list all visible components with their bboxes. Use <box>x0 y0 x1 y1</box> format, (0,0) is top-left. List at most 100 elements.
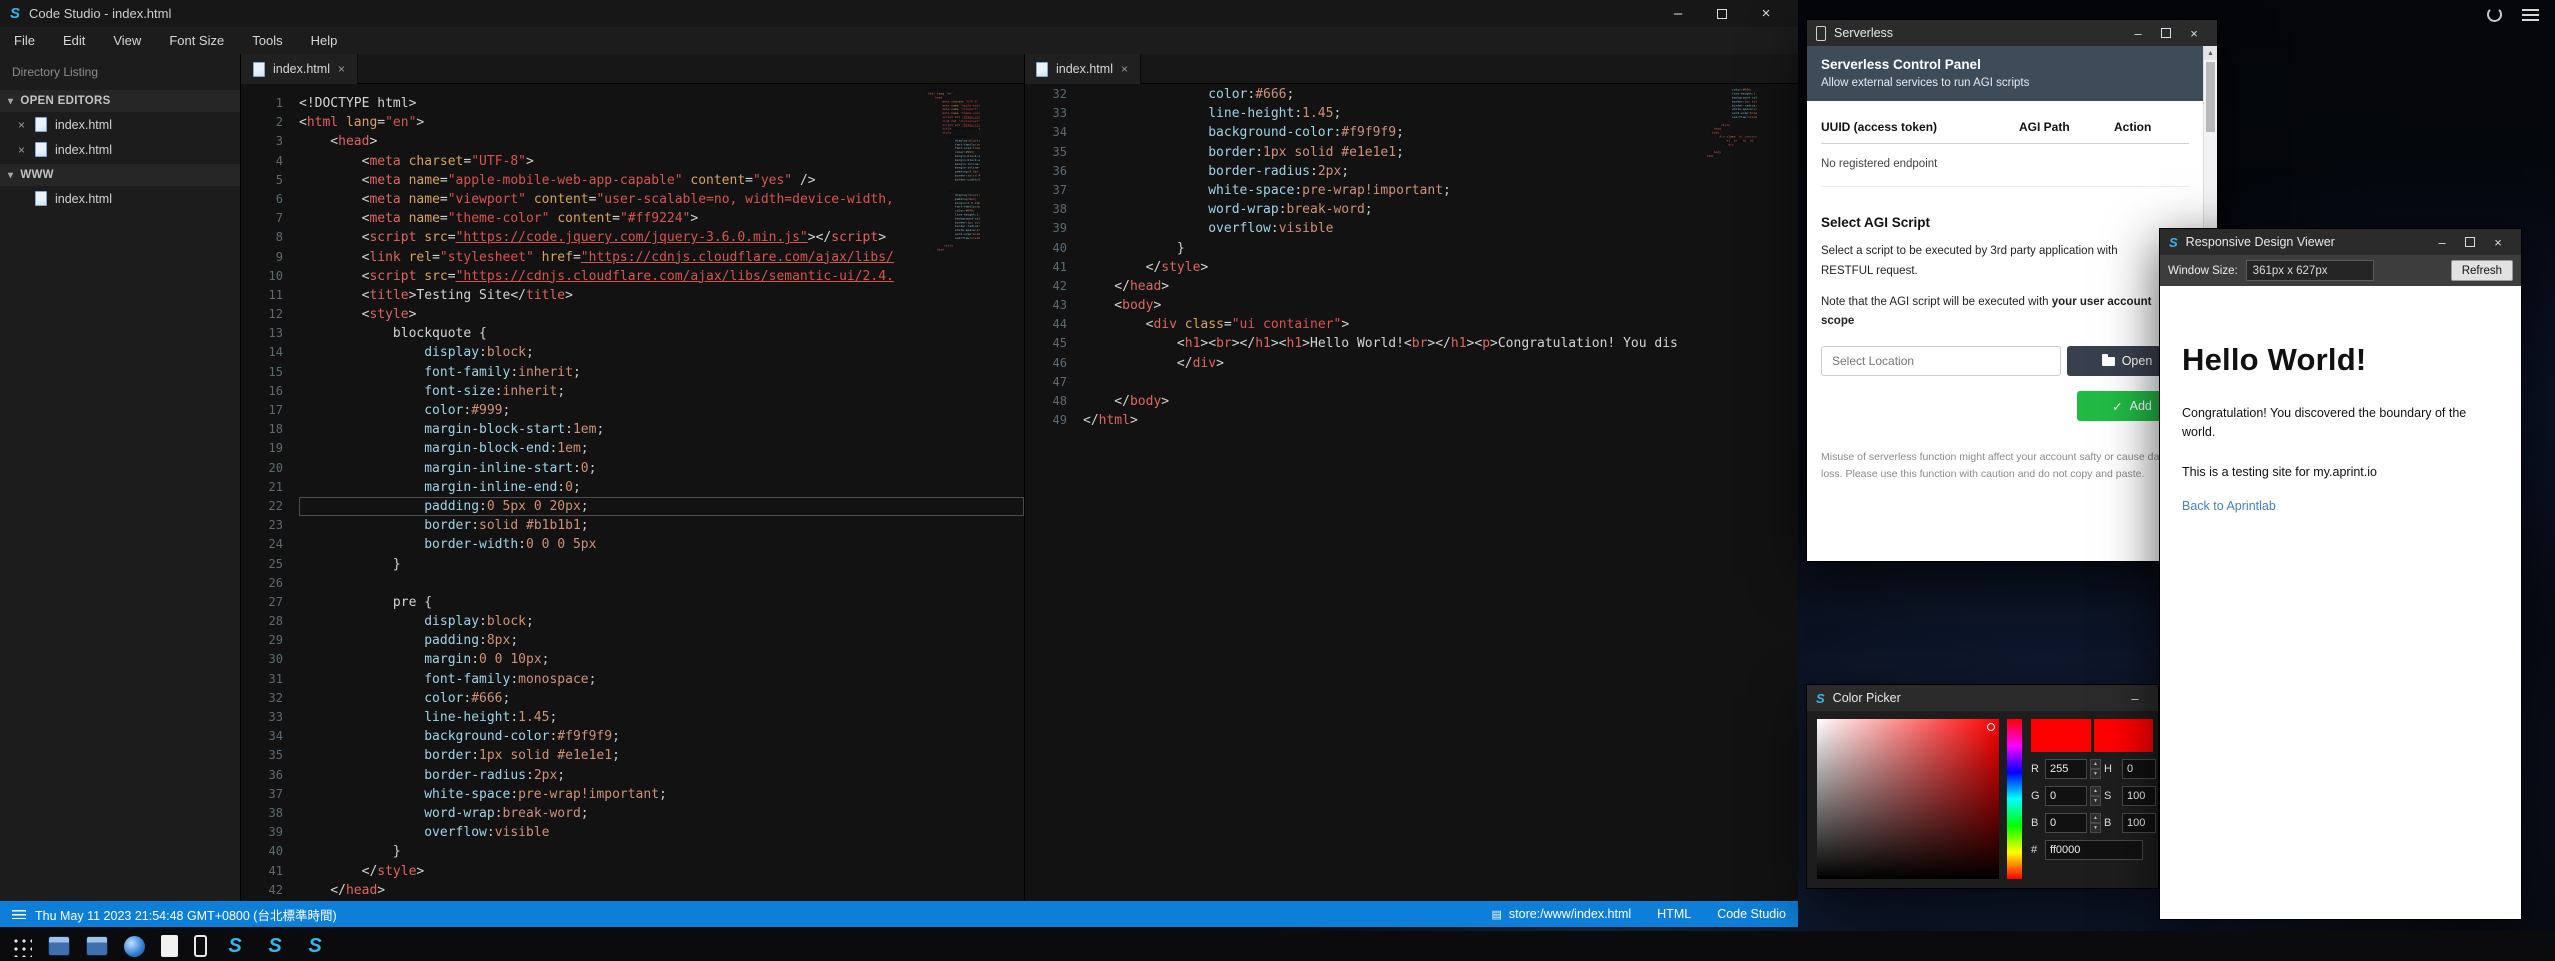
code-line[interactable]: 34 background-color:#f9f9f9; <box>1025 123 1798 142</box>
code-line[interactable]: 42 </head> <box>1025 277 1798 296</box>
code-line[interactable]: 32 color:#666; <box>1025 85 1798 104</box>
maximize-icon[interactable] <box>1700 0 1744 27</box>
code-line[interactable]: 46 </div> <box>1025 354 1798 373</box>
script-location-input[interactable] <box>1821 346 2061 376</box>
code-line[interactable]: 23 border:solid #b1b1b1; <box>241 516 1024 535</box>
code-line[interactable]: 44 <div class="ui container"> <box>1025 315 1798 334</box>
phone-icon[interactable] <box>194 935 207 957</box>
code-line[interactable]: 42 </head> <box>241 881 1024 900</box>
menu-font-size[interactable]: Font Size <box>155 27 238 54</box>
close-icon[interactable]: × <box>16 143 27 157</box>
menu-view[interactable]: View <box>99 27 155 54</box>
code-line[interactable]: 10 <script src="https://cdnjs.cloudflare… <box>241 267 1024 286</box>
sidebar-section-www[interactable]: ▾WWW <box>0 164 240 186</box>
code-line[interactable]: 14 display:block; <box>241 343 1024 362</box>
code-line[interactable]: 37 white-space:pre-wrap!important; <box>1025 181 1798 200</box>
code-line[interactable]: 39 overflow:visible <box>241 823 1024 842</box>
refresh-button[interactable]: Refresh <box>2451 260 2513 281</box>
color-picker-title-bar[interactable]: S Color Picker – <box>1807 685 2158 711</box>
code-line[interactable]: 21 margin-inline-end:0; <box>241 478 1024 497</box>
menu-help[interactable]: Help <box>297 27 352 54</box>
code-line[interactable]: 4 <meta charset="UTF-8"> <box>241 152 1024 171</box>
r-value-input[interactable] <box>2045 759 2087 779</box>
current-color-swatch[interactable] <box>2031 719 2091 752</box>
code-line[interactable]: 40 } <box>1025 239 1798 258</box>
code-line[interactable]: 28 display:block; <box>241 612 1024 631</box>
step-up-icon[interactable]: ▲ <box>2090 786 2101 796</box>
hue-slider[interactable] <box>2007 719 2022 879</box>
color-cursor-icon[interactable] <box>1987 723 1995 731</box>
code-line[interactable]: 25 } <box>241 555 1024 574</box>
back-to-aprintlab-link[interactable]: Back to Aprintlab <box>2182 499 2499 513</box>
step-down-icon[interactable]: ▼ <box>2090 769 2101 779</box>
tab-close-icon[interactable]: × <box>338 62 345 76</box>
menu-tools[interactable]: Tools <box>238 27 296 54</box>
code-studio-icon[interactable]: S <box>303 934 327 958</box>
code-line[interactable]: 16 font-size:inherit; <box>241 382 1024 401</box>
code-line[interactable]: 19 margin-block-end:1em; <box>241 439 1024 458</box>
tab-index-html-right[interactable]: index.html × <box>1024 54 1141 84</box>
browser-icon[interactable] <box>124 936 145 957</box>
sidebar-item-index.html[interactable]: ×index.html <box>0 137 240 162</box>
saturation-value-picker[interactable] <box>1817 719 1999 879</box>
maximize-icon[interactable] <box>2152 20 2180 46</box>
scrollbar-thumb[interactable] <box>2206 62 2215 132</box>
b-value-input[interactable] <box>2045 813 2087 833</box>
code-line[interactable]: 13 blockquote { <box>241 324 1024 343</box>
hex-value-input[interactable] <box>2045 840 2143 860</box>
status-language[interactable]: HTML <box>1657 907 1691 921</box>
code-pane-right[interactable]: 32 color:#666;33 line-height:1.45;34 bac… <box>1025 84 1798 901</box>
app-grid-icon[interactable] <box>10 935 32 957</box>
code-line[interactable]: 22 padding:0 5px 0 20px; <box>241 497 1024 516</box>
code-line[interactable]: 24 border-width:0 0 0 5px <box>241 535 1024 554</box>
code-line[interactable]: 27 pre { <box>241 593 1024 612</box>
r-stepper[interactable]: ▲▼ <box>2090 759 2101 779</box>
code-line[interactable]: 40 } <box>241 842 1024 861</box>
code-line[interactable]: 12 <style> <box>241 305 1024 324</box>
code-line[interactable]: 33 line-height:1.45; <box>1025 104 1798 123</box>
code-line[interactable]: 35 border:1px solid #e1e1e1; <box>1025 143 1798 162</box>
code-pane-left[interactable]: 1<!DOCTYPE html>2<html lang="en">3 <head… <box>241 84 1024 901</box>
code-line[interactable]: 35 border:1px solid #e1e1e1; <box>241 746 1024 765</box>
code-line[interactable]: 5 <meta name="apple-mobile-web-app-capab… <box>241 171 1024 190</box>
code-line[interactable]: 31 font-family:monospace; <box>241 670 1024 689</box>
b-stepper[interactable]: ▲▼ <box>2090 813 2101 833</box>
tab-close-icon[interactable]: × <box>1121 62 1128 76</box>
file-manager-icon[interactable] <box>48 936 70 956</box>
s-value-input[interactable] <box>2122 786 2156 806</box>
code-line[interactable]: 32 color:#666; <box>241 689 1024 708</box>
close-icon[interactable]: × <box>16 118 27 132</box>
code-line[interactable]: 36 border-radius:2px; <box>241 766 1024 785</box>
code-line[interactable]: 36 border-radius:2px; <box>1025 162 1798 181</box>
minimize-icon[interactable]: – <box>2124 20 2152 46</box>
code-line[interactable]: 7 <meta name="theme-color" content="#ff9… <box>241 209 1024 228</box>
step-up-icon[interactable]: ▲ <box>2090 759 2101 769</box>
code-line[interactable]: 47 <box>1025 373 1798 392</box>
minimize-icon[interactable]: – <box>1656 0 1700 27</box>
code-line[interactable]: 3 <head> <box>241 132 1024 151</box>
code-line[interactable]: 11 <title>Testing Site</title> <box>241 286 1024 305</box>
viewer-title-bar[interactable]: S Responsive Design Viewer – × <box>2160 229 2521 255</box>
h-value-input[interactable] <box>2122 759 2156 779</box>
window-size-input[interactable] <box>2246 260 2374 281</box>
code-studio-icon[interactable]: S <box>223 934 247 958</box>
menu-edit[interactable]: Edit <box>49 27 99 54</box>
step-down-icon[interactable]: ▼ <box>2090 823 2101 833</box>
code-line[interactable]: 2<html lang="en"> <box>241 113 1024 132</box>
code-line[interactable]: 37 white-space:pre-wrap!important; <box>241 785 1024 804</box>
code-line[interactable]: 41 </style> <box>1025 258 1798 277</box>
close-icon[interactable]: × <box>2484 229 2512 255</box>
minimap-left[interactable]: <!DOCTYPE html><html lang="en"> <head> <… <box>926 88 980 348</box>
code-line[interactable]: 29 padding:8px; <box>241 631 1024 650</box>
tab-index-html-left[interactable]: index.html × <box>241 54 358 84</box>
code-line[interactable]: 8 <script src="https://code.jquery.com/j… <box>241 228 1024 247</box>
menu-file[interactable]: File <box>0 27 49 54</box>
code-line[interactable]: 49</html> <box>1025 411 1798 430</box>
g-value-input[interactable] <box>2045 786 2087 806</box>
sidebar-item-index.html[interactable]: ×index.html <box>0 112 240 137</box>
menu-icon[interactable] <box>2522 9 2539 21</box>
code-line[interactable]: 34 background-color:#f9f9f9; <box>241 727 1024 746</box>
maximize-icon[interactable] <box>2456 229 2484 255</box>
step-up-icon[interactable]: ▲ <box>2090 813 2101 823</box>
minimize-icon[interactable]: – <box>2121 685 2149 711</box>
